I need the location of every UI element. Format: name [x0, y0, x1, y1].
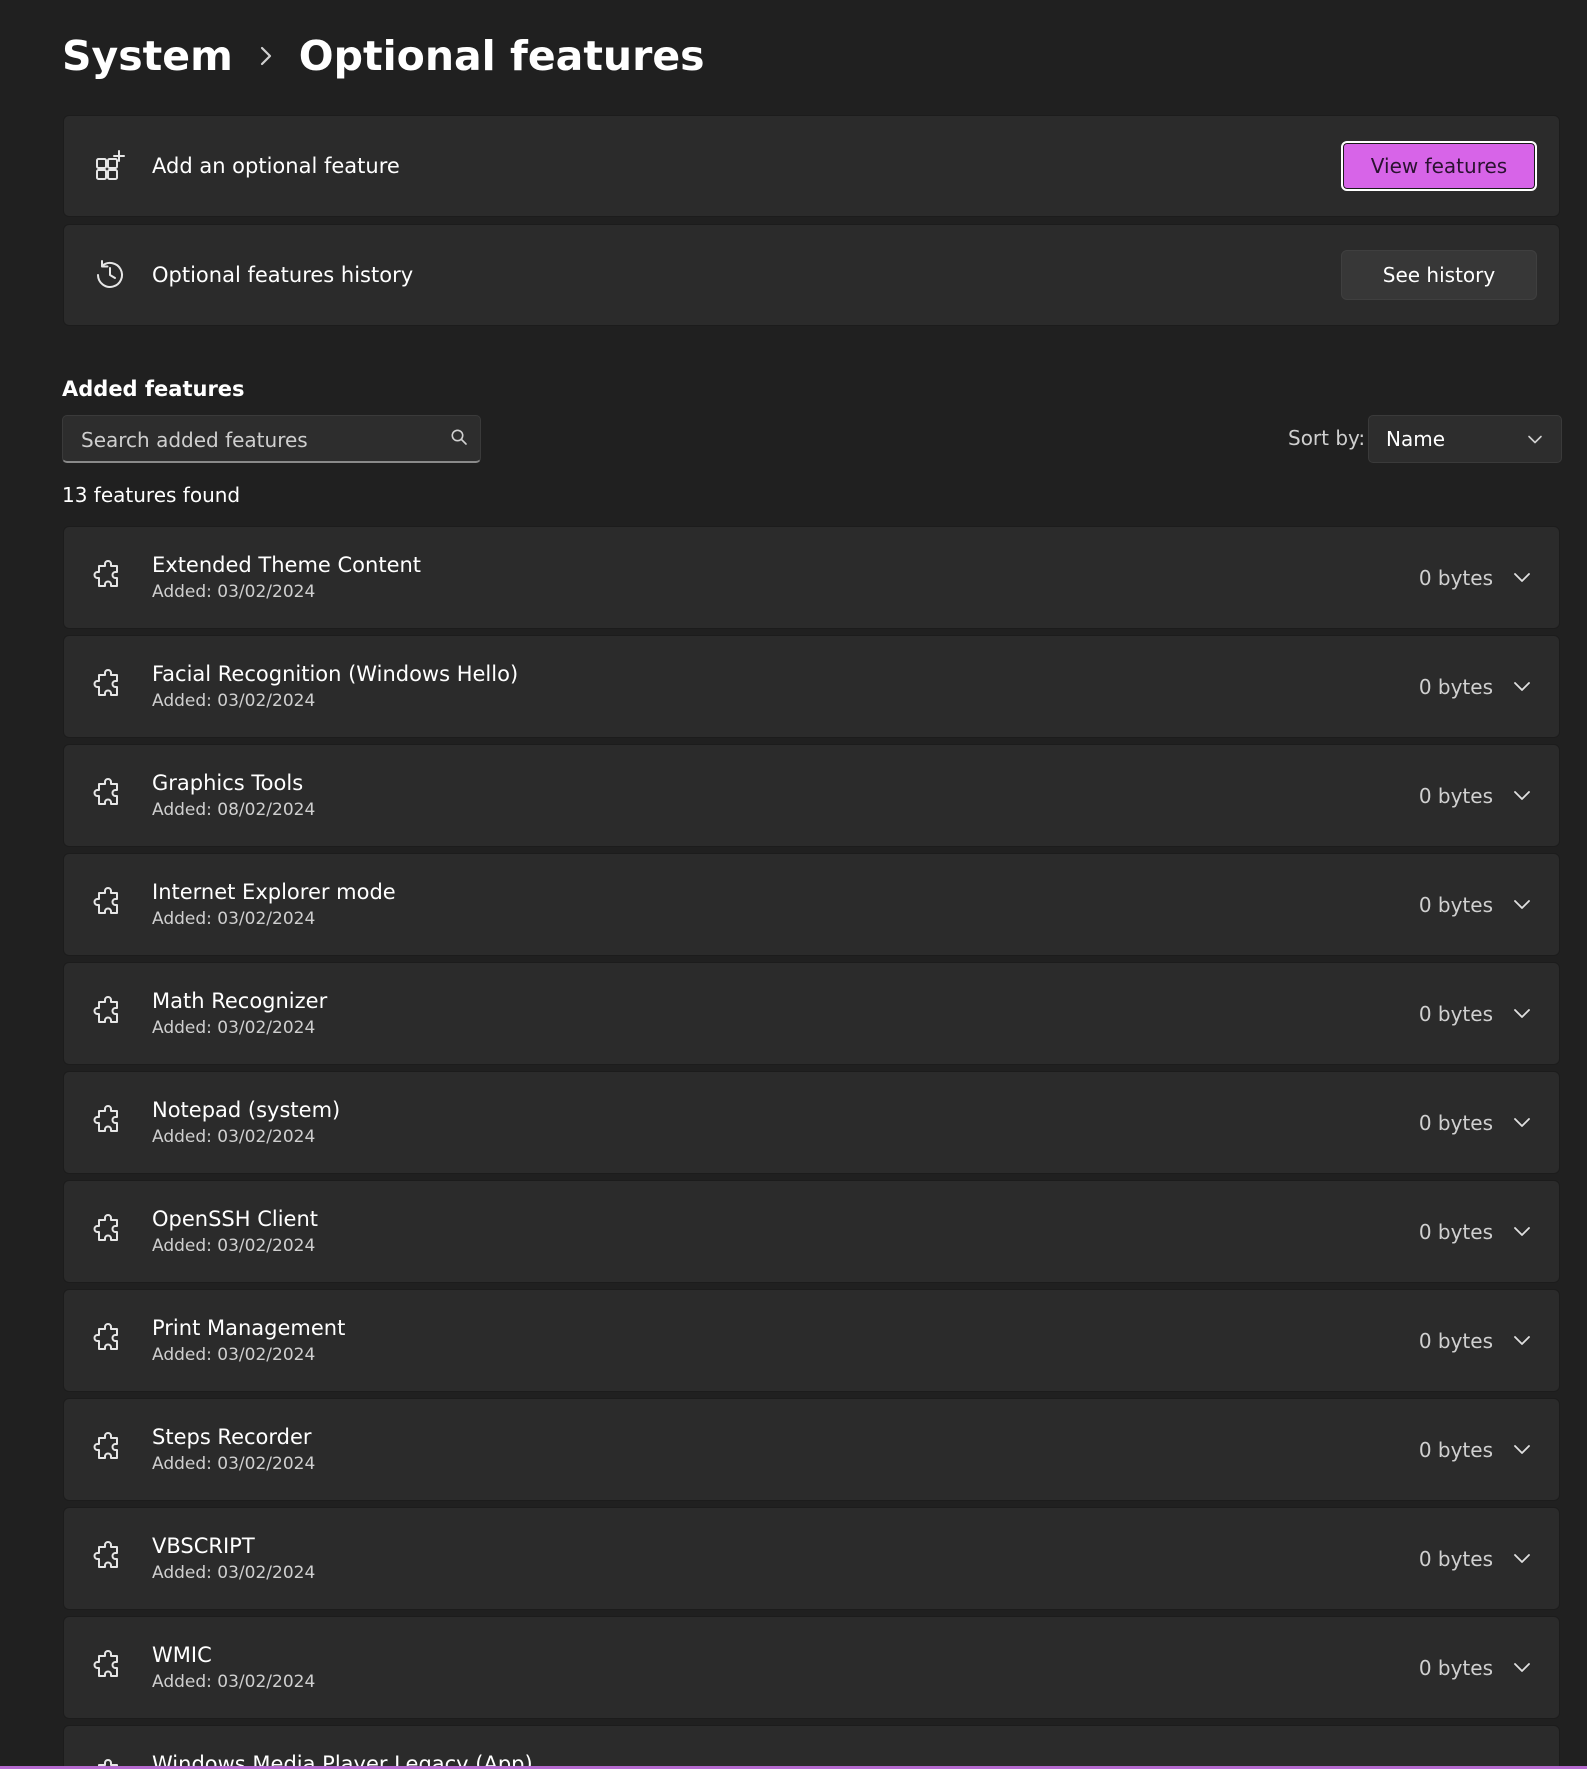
feature-size: 0 bytes: [1418, 1437, 1493, 1462]
chevron-down-icon: [1527, 430, 1543, 449]
history-icon: [92, 257, 128, 293]
puzzle-icon: [92, 1104, 124, 1141]
chevron-right-icon: [259, 45, 273, 67]
feature-name: Math Recognizer: [152, 989, 328, 1013]
chevron-down-icon[interactable]: [1507, 781, 1537, 811]
feature-name: VBSCRIPT: [152, 1534, 255, 1558]
feature-size: 0 bytes: [1418, 1110, 1493, 1135]
feature-size: 0 bytes: [1418, 674, 1493, 699]
feature-added-date: Added: 03/02/2024: [152, 1236, 316, 1256]
puzzle-icon: [92, 777, 124, 814]
feature-added-date: Added: 03/02/2024: [152, 909, 316, 929]
feature-name: Steps Recorder: [152, 1425, 312, 1449]
feature-size: 0 bytes: [1418, 783, 1493, 808]
feature-row[interactable]: Notepad (system) Added: 03/02/2024 0 byt…: [63, 1071, 1560, 1174]
chevron-down-icon[interactable]: [1507, 563, 1537, 593]
chevron-down-icon[interactable]: [1507, 1326, 1537, 1356]
chevron-down-icon[interactable]: [1507, 890, 1537, 920]
sort-dropdown[interactable]: Name: [1368, 415, 1562, 463]
chevron-down-icon[interactable]: [1507, 1544, 1537, 1574]
feature-added-date: Added: 08/02/2024: [152, 800, 316, 820]
search-box[interactable]: [62, 415, 481, 463]
feature-added-date: Added: 03/02/2024: [152, 1454, 316, 1474]
chevron-down-icon[interactable]: [1507, 1435, 1537, 1465]
feature-name: Internet Explorer mode: [152, 880, 396, 904]
chevron-down-icon[interactable]: [1507, 1108, 1537, 1138]
feature-row[interactable]: VBSCRIPT Added: 03/02/2024 0 bytes: [63, 1507, 1560, 1610]
chevron-down-icon[interactable]: [1507, 999, 1537, 1029]
feature-name: WMIC: [152, 1643, 212, 1667]
sort-by-label: Sort by:: [1288, 426, 1366, 450]
puzzle-icon: [92, 1540, 124, 1577]
search-input[interactable]: [79, 416, 423, 463]
feature-name: Graphics Tools: [152, 771, 304, 795]
puzzle-icon: [92, 1649, 124, 1686]
add-feature-label: Add an optional feature: [152, 154, 400, 178]
puzzle-icon: [92, 559, 124, 596]
feature-name: Notepad (system): [152, 1098, 341, 1122]
feature-size: 0 bytes: [1418, 1219, 1493, 1244]
feature-size: 0 bytes: [1418, 1546, 1493, 1571]
feature-added-date: Added: 03/02/2024: [152, 1345, 316, 1365]
feature-row[interactable]: Facial Recognition (Windows Hello) Added…: [63, 635, 1560, 738]
feature-size: 0 bytes: [1418, 1001, 1493, 1026]
feature-added-date: Added: 03/02/2024: [152, 1672, 316, 1692]
feature-size: 0 bytes: [1418, 892, 1493, 917]
breadcrumb-system[interactable]: System: [62, 32, 233, 80]
page-title: Optional features: [298, 32, 705, 80]
feature-added-date: Added: 03/02/2024: [152, 691, 316, 711]
feature-row[interactable]: Extended Theme Content Added: 03/02/2024…: [63, 526, 1560, 629]
feature-name: OpenSSH Client: [152, 1207, 319, 1231]
features-list: Extended Theme Content Added: 03/02/2024…: [63, 526, 1560, 1769]
see-history-button[interactable]: See history: [1341, 250, 1537, 300]
see-history-label: See history: [1382, 263, 1496, 287]
feature-added-date: Added: 03/02/2024: [152, 1563, 316, 1583]
feature-size: 0 bytes: [1418, 1328, 1493, 1353]
chevron-down-icon[interactable]: [1507, 1217, 1537, 1247]
puzzle-icon: [92, 995, 124, 1032]
history-card: Optional features history See history: [63, 224, 1560, 326]
puzzle-icon: [92, 1431, 124, 1468]
feature-added-date: Added: 03/02/2024: [152, 1018, 316, 1038]
search-icon[interactable]: [450, 428, 468, 450]
feature-name: Facial Recognition (Windows Hello): [152, 662, 519, 686]
puzzle-icon: [92, 668, 124, 705]
feature-name: Print Management: [152, 1316, 346, 1340]
view-features-label: View features: [1370, 154, 1508, 178]
features-found-count: 13 features found: [62, 483, 241, 507]
view-features-button[interactable]: View features: [1341, 141, 1537, 191]
added-features-heading: Added features: [62, 377, 245, 401]
feature-row[interactable]: Steps Recorder Added: 03/02/2024 0 bytes: [63, 1398, 1560, 1501]
feature-row[interactable]: Math Recognizer Added: 03/02/2024 0 byte…: [63, 962, 1560, 1065]
feature-row[interactable]: OpenSSH Client Added: 03/02/2024 0 bytes: [63, 1180, 1560, 1283]
add-feature-card: Add an optional feature View features: [63, 115, 1560, 217]
feature-row[interactable]: Graphics Tools Added: 08/02/2024 0 bytes: [63, 744, 1560, 847]
puzzle-icon: [92, 1322, 124, 1359]
feature-row[interactable]: Internet Explorer mode Added: 03/02/2024…: [63, 853, 1560, 956]
feature-size: 0 bytes: [1418, 1655, 1493, 1680]
feature-added-date: Added: 03/02/2024: [152, 582, 316, 602]
puzzle-icon: [92, 886, 124, 923]
puzzle-icon: [92, 1213, 124, 1250]
add-app-icon: [92, 148, 128, 184]
history-label: Optional features history: [152, 263, 414, 287]
feature-size: 0 bytes: [1418, 565, 1493, 590]
chevron-down-icon[interactable]: [1507, 1653, 1537, 1683]
chevron-down-icon[interactable]: [1507, 672, 1537, 702]
breadcrumb: System Optional features: [62, 32, 705, 80]
feature-added-date: Added: 03/02/2024: [152, 1127, 316, 1147]
optional-features-page: System Optional features Add an optional…: [0, 0, 1587, 1769]
feature-row[interactable]: Windows Media Player Legacy (App): [63, 1725, 1560, 1769]
feature-name: Extended Theme Content: [152, 553, 422, 577]
sort-value: Name: [1386, 427, 1446, 451]
feature-row[interactable]: WMIC Added: 03/02/2024 0 bytes: [63, 1616, 1560, 1719]
feature-row[interactable]: Print Management Added: 03/02/2024 0 byt…: [63, 1289, 1560, 1392]
